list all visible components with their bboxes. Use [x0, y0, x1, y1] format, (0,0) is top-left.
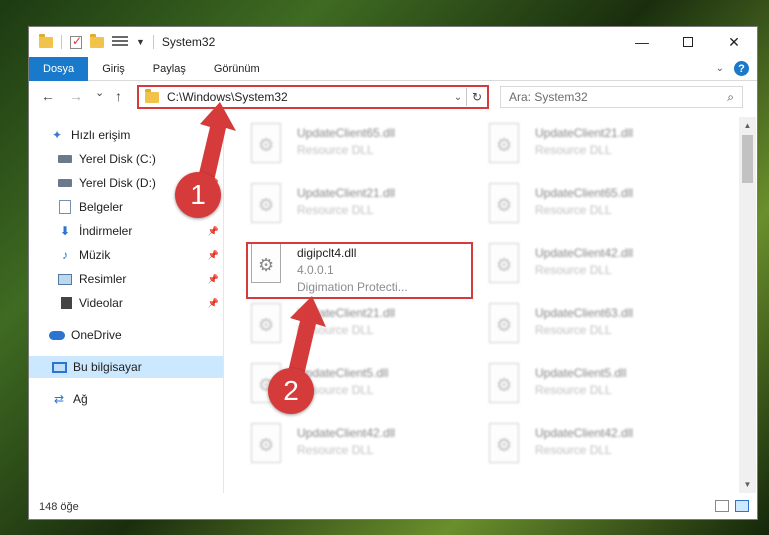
- step-1-badge: 1: [175, 172, 221, 218]
- step-2-badge: 2: [268, 368, 314, 414]
- callout-arrows: [196, 102, 326, 384]
